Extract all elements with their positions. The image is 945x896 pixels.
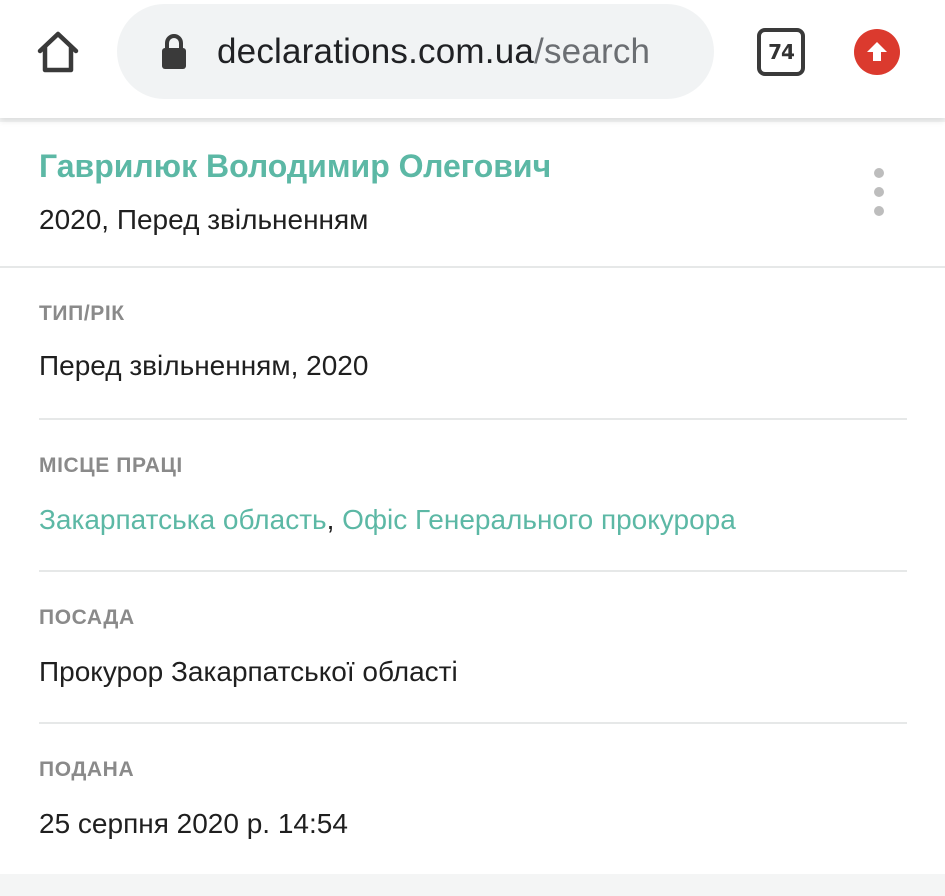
divider bbox=[39, 418, 907, 420]
url-text[interactable]: declarations.com.ua/search bbox=[217, 32, 679, 72]
field-label: ПОСАДА bbox=[39, 606, 135, 629]
url-domain: declarations.com.ua bbox=[217, 31, 535, 71]
menu-dot bbox=[874, 168, 884, 178]
declaration-subtitle: 2020, Перед звільненням bbox=[39, 204, 369, 235]
field-value: Перед звільненням, 2020 bbox=[39, 350, 369, 381]
field-value: Прокурор Закарпатської області bbox=[39, 656, 458, 687]
field-label: МІСЦЕ ПРАЦІ bbox=[39, 454, 183, 477]
declaration-header: Гаврилюк Володимир Олегович 2020, Перед … bbox=[0, 122, 945, 268]
link-separator: , bbox=[326, 504, 343, 535]
declarant-name-link[interactable]: Гаврилюк Володимир Олегович bbox=[39, 148, 551, 185]
menu-dot bbox=[874, 206, 884, 216]
region-link[interactable]: Закарпатська область bbox=[39, 504, 327, 535]
divider bbox=[39, 722, 907, 724]
tabs-counter-button[interactable]: 74 bbox=[757, 28, 805, 76]
divider bbox=[39, 570, 907, 572]
lock-icon bbox=[162, 33, 186, 69]
url-path: /search bbox=[534, 31, 651, 71]
address-bar[interactable]: declarations.com.ua/search bbox=[117, 4, 714, 99]
declaration-card: Гаврилюк Володимир Олегович 2020, Перед … bbox=[0, 122, 945, 874]
office-link[interactable]: Офіс Генерального прокурора bbox=[342, 504, 736, 535]
menu-dot bbox=[874, 187, 884, 197]
field-value: 25 серпня 2020 р. 14:54 bbox=[39, 808, 348, 839]
field-value: Закарпатська область, Офіс Генерального … bbox=[39, 504, 736, 536]
tab-count: 74 bbox=[768, 40, 795, 64]
home-icon bbox=[37, 31, 79, 73]
home-button[interactable] bbox=[30, 26, 86, 78]
update-arrow-icon bbox=[867, 42, 887, 61]
field-label: ПОДАНА bbox=[39, 758, 135, 781]
more-vert-icon[interactable] bbox=[866, 162, 892, 222]
browser-toolbar: declarations.com.ua/search 74 bbox=[0, 0, 945, 118]
update-button[interactable] bbox=[854, 29, 900, 75]
field-label: ТИП/РІК bbox=[39, 302, 125, 325]
